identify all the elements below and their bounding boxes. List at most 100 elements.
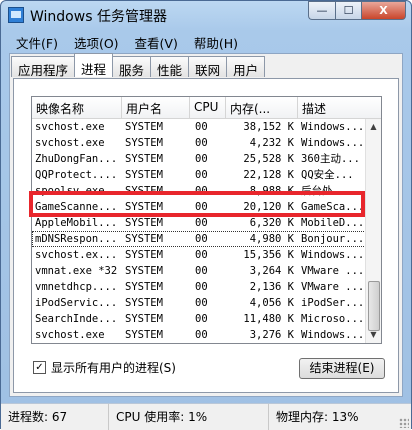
process-image-name: svchost.exe (35, 329, 105, 341)
process-cpu: 00 (195, 137, 208, 149)
tab-processes[interactable]: 进程 (74, 53, 114, 77)
process-user-name: SYSTEM (125, 169, 163, 181)
process-memory: 15,356 K (243, 249, 294, 261)
process-cpu: 00 (195, 169, 208, 181)
process-row[interactable]: spoolsv.exe SYSTEM 00 8,988 K 后台处... (32, 183, 368, 199)
status-bar: 进程数: 67 CPU 使用率: 1% 物理内存: 13% (1, 403, 411, 430)
maximize-button[interactable]: ☐ (335, 1, 362, 20)
process-description: 后台处... (301, 185, 352, 197)
process-user-name: SYSTEM (125, 201, 163, 213)
process-memory: 4,980 K (249, 233, 294, 245)
process-description: QQ安全... (301, 169, 354, 181)
vertical-scrollbar[interactable]: ▲ ▼ (365, 119, 381, 343)
process-description: Windows... (301, 137, 365, 149)
column-description[interactable]: 描述 (298, 97, 381, 118)
process-memory: 11,480 K (243, 313, 294, 325)
menu-bar: 文件(F) 选项(O) 查看(V) 帮助(H) (8, 31, 246, 51)
tab-services[interactable]: 服务 (112, 56, 152, 78)
process-memory: 3,264 K (249, 265, 294, 277)
end-process-button[interactable]: 结束进程(E) (299, 358, 385, 379)
show-all-users-label: 显示所有用户的进程(S) (51, 361, 176, 375)
process-memory: 8,988 K (249, 185, 294, 197)
process-memory: 3,276 K (249, 329, 294, 341)
process-list[interactable]: 映像名称 用户名 CPU 内存(... 描述 svchost.exe SYSTEM… (31, 96, 382, 344)
status-cpu-usage: CPU 使用率: 1% (109, 404, 269, 430)
process-memory: 4,056 K (249, 297, 294, 309)
tab-performance[interactable]: 性能 (150, 56, 190, 78)
process-description: VMware ... (298, 343, 368, 344)
process-user-name: SYSTEM (125, 297, 163, 309)
process-row[interactable]: svchost.exe SYSTEM 00 3,276 K Windows... (32, 327, 368, 343)
column-user-name[interactable]: 用户名 (122, 97, 190, 118)
process-description: GameSca... (301, 201, 365, 213)
process-image-name: vmnetdhcp.... (35, 281, 118, 293)
process-row[interactable]: svchost.exe SYSTEM 00 38,152 K Windows... (32, 119, 368, 135)
process-description: Bonjour... (301, 233, 365, 245)
process-image-name: GameScanne... (35, 201, 118, 213)
process-row[interactable]: vmnat.exe *32 SYSTEM 00 3,264 K VMware ... (32, 263, 368, 279)
process-cpu: 00 (190, 343, 226, 344)
tab-strip: 应用程序 进程 服务 性能 联网 用户 (11, 53, 266, 78)
process-memory: 4,232 K (249, 137, 294, 149)
process-user-name: SYSTEM (125, 313, 163, 325)
task-manager-window: Windows 任务管理器 — ☐ X 文件(F) 选项(O) 查看(V) 帮助… (0, 0, 412, 430)
process-cpu: 00 (195, 265, 208, 277)
process-row[interactable]: iPodServic... SYSTEM 00 4,056 K iPodSer... (32, 295, 368, 311)
process-user-name: SYSTEM (125, 329, 163, 341)
process-row[interactable]: GameScanne... SYSTEM 00 20,120 K GameSca... (32, 199, 368, 215)
process-row[interactable]: AppleMobil... SYSTEM 00 6,320 K MobileD... (32, 215, 368, 231)
process-row[interactable]: ZhuDongFan... SYSTEM 00 25,528 K 360主动... (32, 151, 368, 167)
show-all-users-checkbox[interactable]: ✓ (33, 361, 46, 374)
menu-options[interactable]: 选项(O) (66, 31, 127, 51)
process-cpu: 00 (195, 121, 208, 133)
process-cpu: 00 (195, 313, 208, 325)
process-user-name: SYSTEM (125, 137, 163, 149)
menu-view[interactable]: 查看(V) (127, 31, 186, 51)
process-image-name: svchost.exe (35, 121, 105, 133)
tab-networking[interactable]: 联网 (188, 56, 228, 78)
column-memory[interactable]: 内存(... (226, 97, 298, 118)
process-description: Microso... (301, 313, 365, 325)
process-image-name: QQProtect.... (35, 169, 118, 181)
process-image-name: AppleMobil... (35, 217, 118, 229)
process-row[interactable]: svchost.ex... SYSTEM 00 15,356 K Windows... (32, 247, 368, 263)
process-row[interactable]: svchost.exe SYSTEM 00 4,232 K Windows... (32, 135, 368, 151)
scroll-up-arrow-icon[interactable]: ▲ (366, 119, 381, 135)
process-image-name: vmware-aut... (32, 343, 122, 344)
close-button[interactable]: X (362, 1, 406, 20)
process-user-name: SYSTEM (122, 343, 190, 344)
resize-grip-icon[interactable] (399, 418, 409, 428)
tab-applications[interactable]: 应用程序 (11, 56, 76, 78)
tab-users[interactable]: 用户 (226, 56, 266, 78)
process-cpu: 00 (195, 329, 208, 341)
process-memory: 25,528 K (243, 153, 294, 165)
process-row[interactable]: vmware-aut...SYSTEM004,660 KVMware ... (32, 343, 368, 344)
show-all-users-option[interactable]: ✓ 显示所有用户的进程(S) (33, 359, 176, 376)
process-row[interactable]: mDNSRespon... SYSTEM 00 4,980 K Bonjour... (32, 231, 368, 247)
process-rows: svchost.exe SYSTEM 00 38,152 K Windows... svc… (32, 119, 368, 344)
process-row[interactable]: vmnetdhcp.... SYSTEM 00 2,136 K VMware ... (32, 279, 368, 295)
minimize-button[interactable]: — (308, 1, 335, 20)
menu-help[interactable]: 帮助(H) (186, 31, 246, 51)
process-user-name: SYSTEM (125, 217, 163, 229)
process-image-name: mDNSRespon... (35, 233, 118, 245)
column-cpu[interactable]: CPU (190, 97, 226, 118)
process-memory: 4,660 K (226, 343, 298, 344)
window-title: Windows 任务管理器 (30, 9, 167, 25)
process-cpu: 00 (195, 185, 208, 197)
process-image-name: svchost.exe (35, 137, 105, 149)
scroll-down-arrow-icon[interactable]: ▼ (366, 327, 381, 343)
title-bar[interactable]: Windows 任务管理器 — ☐ X (1, 1, 411, 29)
column-image-name[interactable]: 映像名称 (32, 97, 122, 118)
process-memory: 22,128 K (243, 169, 294, 181)
process-image-name: iPodServic... (35, 297, 118, 309)
process-cpu: 00 (195, 217, 208, 229)
process-row[interactable]: QQProtect.... SYSTEM 00 22,128 K QQ安全... (32, 167, 368, 183)
process-user-name: SYSTEM (125, 121, 163, 133)
process-row[interactable]: SearchInde... SYSTEM 00 11,480 K Microso... (32, 311, 368, 327)
menu-file[interactable]: 文件(F) (8, 31, 66, 51)
scroll-thumb[interactable] (368, 281, 380, 331)
process-user-name: SYSTEM (125, 185, 163, 197)
process-image-name: spoolsv.exe (35, 185, 105, 197)
process-description: VMware ... (301, 281, 365, 293)
